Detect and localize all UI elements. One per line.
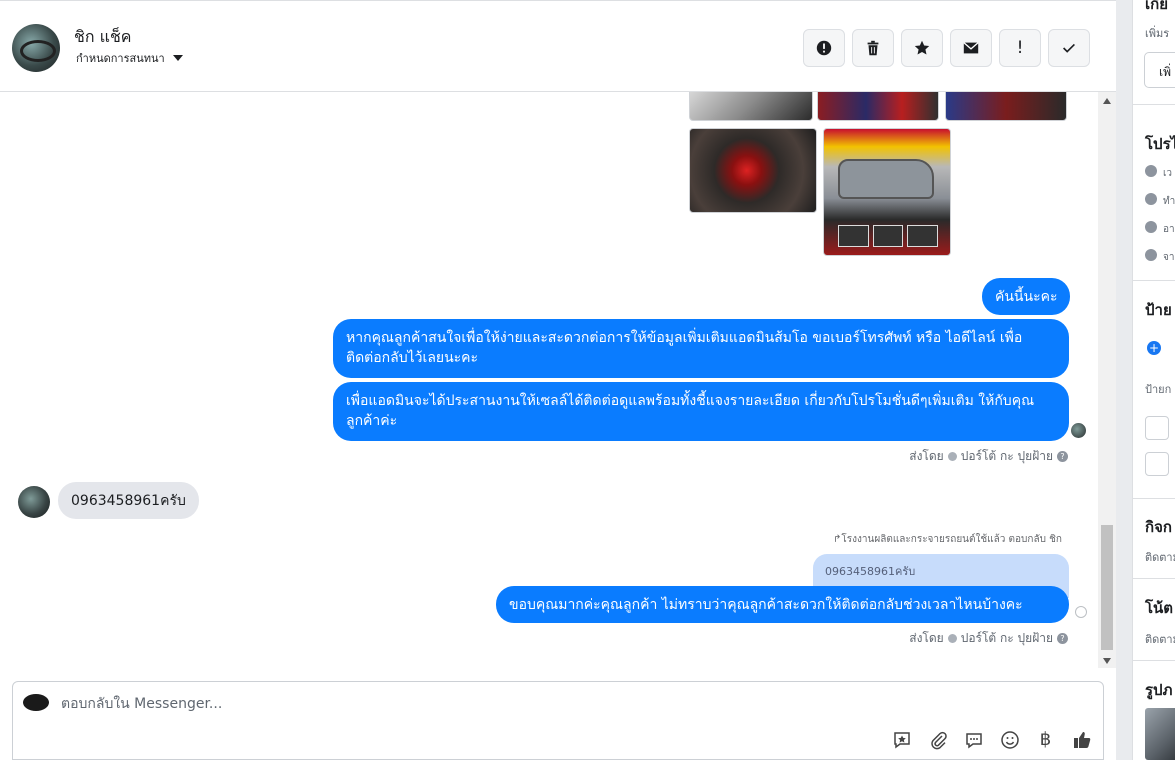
sent-by-info: ส่งโดย ปอร์โต้ กะ ปุยฝ้าย ? bbox=[909, 629, 1068, 648]
attachment-photo-car[interactable] bbox=[823, 128, 951, 256]
sent-by-info: ส่งโดย ปอร์โต้ กะ ปุยฝ้าย ? bbox=[909, 447, 1068, 466]
composer-tools: ฿ bbox=[890, 728, 1093, 751]
message-composer: ฿ bbox=[12, 681, 1104, 760]
trash-icon bbox=[867, 40, 879, 56]
profile-line: ทำ bbox=[1163, 196, 1175, 207]
label-checkbox[interactable] bbox=[1145, 452, 1169, 476]
outgoing-message[interactable]: คันนี้นะคะ bbox=[982, 278, 1071, 315]
labels-title: ป้าย bbox=[1145, 301, 1172, 319]
header-actions: ! bbox=[803, 29, 1090, 67]
saved-reply-button[interactable] bbox=[890, 728, 913, 751]
payment-button[interactable]: ฿ bbox=[1034, 728, 1057, 751]
emoji-button[interactable] bbox=[998, 728, 1021, 751]
location-icon bbox=[1145, 249, 1157, 261]
messenger-main: ชิก แช็ค กำหนดการสนทนา ! คันนี้นะคะ หากค… bbox=[0, 0, 1116, 760]
help-icon[interactable]: ? bbox=[1057, 451, 1068, 462]
panel-section-title: เกี่ย bbox=[1145, 0, 1168, 13]
conversation-label: กำหนดการสนทนา bbox=[76, 52, 165, 65]
profile-line: เว bbox=[1163, 168, 1173, 179]
exclamation-icon: ! bbox=[1016, 38, 1024, 58]
reply-input[interactable] bbox=[61, 692, 961, 716]
panel-add-button[interactable]: เพิ่ bbox=[1144, 52, 1175, 88]
divider bbox=[1133, 498, 1175, 499]
customer-info-panel: เกี่ย เพิ่มร เพิ่ โปรไ เว ทำ อา จา ป้าย … bbox=[1132, 0, 1175, 760]
scroll-thumb[interactable] bbox=[1101, 525, 1113, 650]
mark-unread-button[interactable] bbox=[950, 29, 992, 67]
message-thread: คันนี้นะคะ หากคุณลูกค้าสนใจเพื่อให้ง่ายแ… bbox=[0, 92, 1098, 668]
incoming-message[interactable]: 0963458961ครับ bbox=[58, 482, 199, 519]
notes-title: โน้ต bbox=[1145, 599, 1174, 617]
thread-scrollbar[interactable] bbox=[1098, 92, 1116, 668]
divider bbox=[1133, 660, 1175, 661]
sent-check-icon bbox=[1075, 606, 1087, 618]
alert-circle-icon bbox=[816, 40, 832, 56]
scroll-up-icon[interactable] bbox=[1103, 98, 1111, 104]
sent-by-label: ส่งโดย bbox=[909, 631, 944, 645]
scroll-down-icon[interactable] bbox=[1103, 658, 1111, 664]
sent-by-label: ส่งโดย bbox=[909, 449, 944, 463]
reply-note: ↱โรงงานผลิตและกระจายรถยนต์ใช้แล้ว ตอบกลั… bbox=[833, 534, 1062, 545]
location-icon bbox=[1145, 221, 1157, 233]
sender-name[interactable]: ปอร์โต้ กะ ปุยฝ้าย bbox=[961, 629, 1053, 648]
star-icon bbox=[914, 40, 930, 55]
verified-icon bbox=[947, 452, 957, 461]
like-button[interactable] bbox=[1070, 728, 1093, 751]
divider bbox=[1133, 578, 1175, 579]
envelope-icon bbox=[963, 42, 979, 54]
car-thumbnails bbox=[838, 225, 939, 247]
profile-title: โปรไ bbox=[1145, 135, 1175, 153]
clock-icon bbox=[1145, 165, 1157, 177]
page-avatar bbox=[23, 694, 49, 711]
activity-sub: ติดตาม bbox=[1145, 551, 1175, 564]
activity-title: กิจก bbox=[1145, 518, 1172, 536]
verified-icon bbox=[947, 634, 957, 643]
help-icon[interactable]: ? bbox=[1057, 633, 1068, 644]
attach-button[interactable] bbox=[926, 728, 949, 751]
attachment-photo[interactable] bbox=[689, 92, 813, 121]
done-button[interactable] bbox=[1048, 29, 1090, 67]
labels-sub: ป้ายก bbox=[1145, 383, 1172, 396]
attachment-photo[interactable] bbox=[817, 92, 939, 121]
paperclip-icon bbox=[930, 731, 947, 749]
spam-button[interactable]: ! bbox=[999, 29, 1041, 67]
emoji-icon bbox=[1000, 730, 1019, 749]
add-label-icon[interactable]: + bbox=[1147, 341, 1161, 355]
seen-avatar bbox=[1071, 423, 1086, 438]
divider bbox=[1133, 280, 1175, 281]
attachment-photo[interactable] bbox=[689, 128, 817, 213]
car-image bbox=[838, 159, 934, 199]
baht-icon: ฿ bbox=[1039, 729, 1052, 750]
conversation-header: ชิก แช็ค กำหนดการสนทนา ! bbox=[0, 0, 1116, 92]
star-button[interactable] bbox=[901, 29, 943, 67]
saved-reply-icon bbox=[893, 731, 910, 748]
quick-reply-button[interactable] bbox=[962, 728, 985, 751]
profile-line: จา bbox=[1163, 252, 1175, 263]
checkmark-icon bbox=[1063, 43, 1075, 53]
panel-section-sub: เพิ่มร bbox=[1145, 27, 1170, 40]
label-checkbox[interactable] bbox=[1145, 416, 1169, 440]
chevron-down-icon bbox=[172, 55, 183, 61]
briefcase-icon bbox=[1145, 193, 1157, 205]
shared-photo-thumbnail[interactable] bbox=[1145, 708, 1175, 760]
photos-title: รูปภ bbox=[1145, 681, 1173, 699]
outgoing-message[interactable]: หากคุณลูกค้าสนใจเพื่อให้ง่ายและสะดวกต่อก… bbox=[333, 319, 1069, 378]
notes-sub: ติดตาม bbox=[1145, 633, 1175, 646]
contact-name[interactable]: ชิก แช็ค bbox=[74, 25, 132, 50]
conversation-settings[interactable]: กำหนดการสนทนา bbox=[76, 49, 183, 67]
profile-line: อา bbox=[1163, 224, 1175, 235]
outgoing-reply-message[interactable]: ขอบคุณมากค่ะคุณลูกค้า ไม่ทราบว่าคุณลูกค้… bbox=[496, 586, 1069, 623]
sender-name[interactable]: ปอร์โต้ กะ ปุยฝ้าย bbox=[961, 447, 1053, 466]
panel-gutter bbox=[1116, 0, 1132, 760]
report-button[interactable] bbox=[803, 29, 845, 67]
contact-avatar[interactable] bbox=[12, 24, 60, 72]
delete-button[interactable] bbox=[852, 29, 894, 67]
thumbs-up-icon bbox=[1073, 731, 1090, 748]
divider bbox=[1133, 104, 1175, 105]
attachment-photo[interactable] bbox=[945, 92, 1067, 121]
chat-bubble-icon bbox=[965, 732, 982, 748]
contact-avatar-small[interactable] bbox=[18, 486, 50, 518]
outgoing-message[interactable]: เพื่อแอดมินจะได้ประสานงานให้เซลล์ได้ติดต… bbox=[333, 382, 1069, 441]
